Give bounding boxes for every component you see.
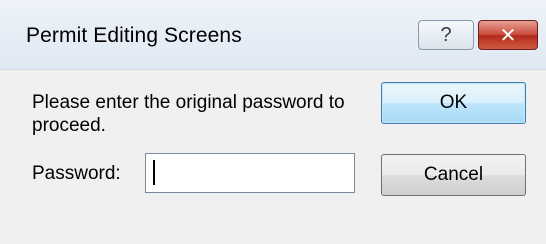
prompt-message: Please enter the original password to pr… (32, 92, 345, 136)
close-icon: ✕ (499, 24, 517, 47)
cancel-button[interactable]: Cancel (381, 154, 526, 196)
help-button[interactable]: ? (418, 20, 474, 50)
password-label: Password: (32, 163, 121, 184)
help-icon: ? (440, 23, 452, 46)
close-button[interactable]: ✕ (478, 20, 538, 50)
password-field[interactable] (145, 153, 355, 193)
title-bar[interactable]: Permit Editing Screens ? ✕ (0, 0, 546, 70)
window-title: Permit Editing Screens (26, 24, 242, 47)
dialog-content: Please enter the original password to pr… (0, 70, 546, 244)
dialog-window: Permit Editing Screens ? ✕ Please enter … (0, 0, 546, 244)
text-caret (153, 160, 155, 185)
ok-button[interactable]: OK (381, 82, 526, 124)
